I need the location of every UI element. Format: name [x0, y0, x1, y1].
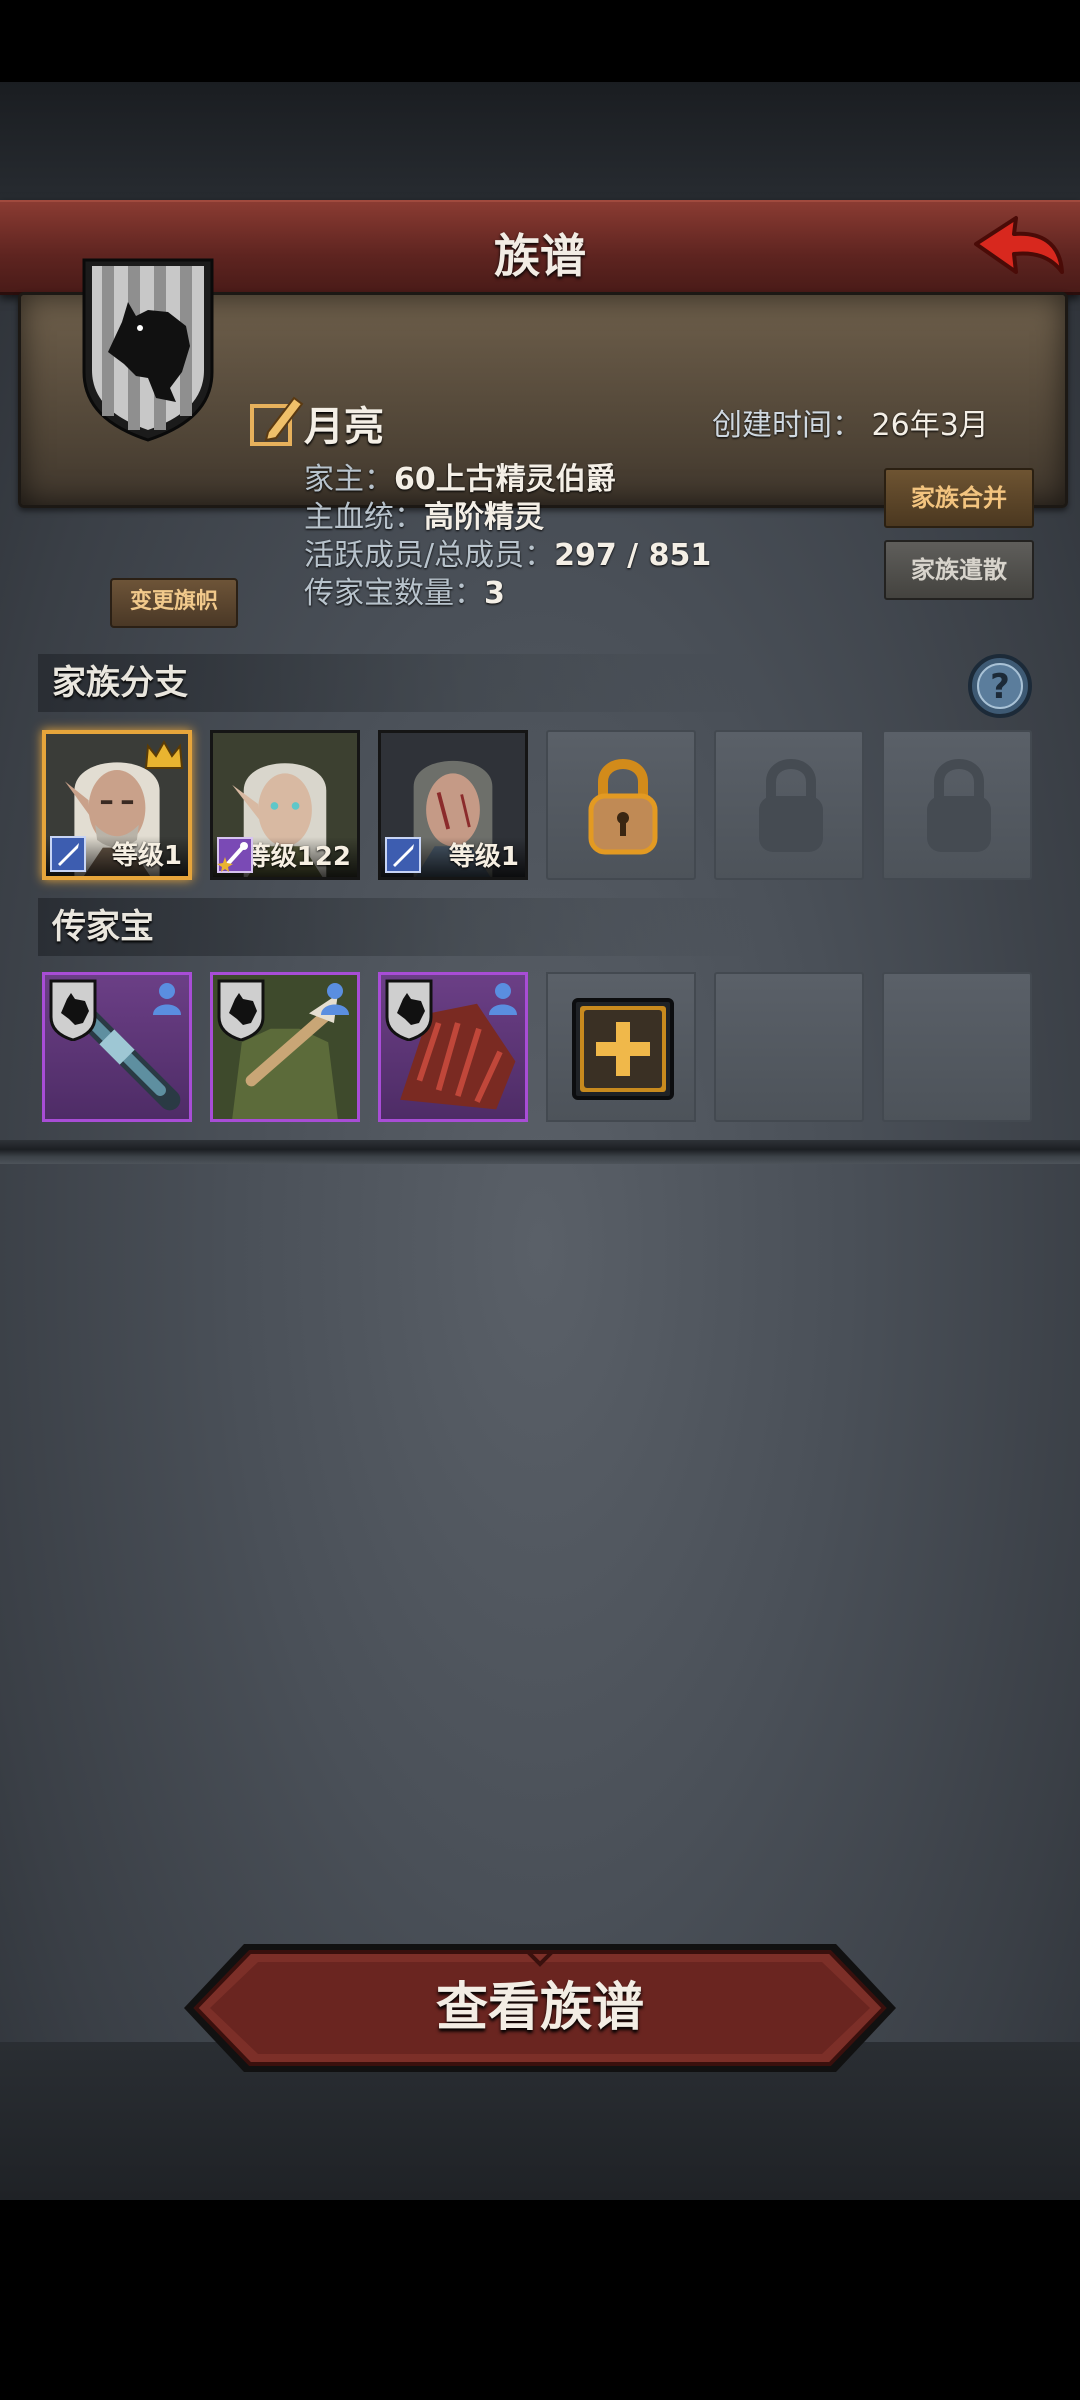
family-name: 月亮: [304, 404, 384, 450]
branch-slot-unlockable[interactable]: [546, 730, 696, 880]
members-value: 297 / 851: [554, 538, 712, 573]
branch-slot-locked: [714, 730, 864, 880]
gold-lock-icon: [588, 759, 658, 855]
family-crest-icon: [217, 979, 265, 1041]
heirloom-slot-3[interactable]: [378, 972, 528, 1122]
sword-class-icon: [385, 837, 421, 873]
heirloom-count-line: 传家宝数量：3: [304, 568, 505, 612]
sword-class-icon: [50, 836, 86, 872]
staff-class-icon: [217, 837, 253, 873]
branch-slot-3[interactable]: 等级1: [378, 730, 528, 880]
family-crest-icon: [385, 979, 433, 1041]
heirloom-slot-1[interactable]: [42, 972, 192, 1122]
change-banner-button[interactable]: 变更旗帜: [110, 578, 238, 628]
created-label: 创建时间：: [712, 408, 862, 443]
branch-slot-locked: [882, 730, 1032, 880]
heirloom-slot-empty: [714, 972, 864, 1122]
help-icon[interactable]: ?: [966, 652, 1034, 720]
crown-icon: [144, 739, 184, 769]
edit-name-icon[interactable]: [248, 392, 304, 448]
created-value: 26年3月: [871, 408, 989, 443]
lock-icon: [927, 759, 991, 852]
view-family-tree-label: 查看族谱: [435, 1978, 644, 2038]
back-arrow-icon[interactable]: [970, 214, 1066, 282]
heirloom-count-label: 传家宝数量：: [304, 576, 484, 611]
user-icon: [489, 983, 517, 1015]
branch-slot-2[interactable]: 等级122: [210, 730, 360, 880]
created-time: 创建时间： 26年3月: [712, 400, 989, 444]
svg-text:?: ?: [990, 667, 1010, 707]
user-icon: [321, 983, 349, 1015]
family-crest-icon: [49, 979, 97, 1041]
plus-icon: [572, 998, 674, 1100]
branches-header: 家族分支: [38, 654, 752, 712]
heirloom-slot-2[interactable]: [210, 972, 360, 1122]
add-heirloom-slot[interactable]: [546, 972, 696, 1122]
heirloom-count-value: 3: [484, 576, 505, 611]
family-disband-button[interactable]: 家族遣散: [884, 540, 1034, 600]
branch-slot-1[interactable]: 等级1: [42, 730, 192, 880]
family-merge-button[interactable]: 家族合并: [884, 468, 1034, 528]
user-icon: [153, 983, 181, 1015]
heirloom-slot-empty: [882, 972, 1032, 1122]
heirlooms-header: 传家宝: [38, 898, 752, 956]
lock-icon: [759, 759, 823, 852]
section-divider: [0, 1140, 1080, 1164]
family-crest-icon[interactable]: [78, 252, 218, 442]
